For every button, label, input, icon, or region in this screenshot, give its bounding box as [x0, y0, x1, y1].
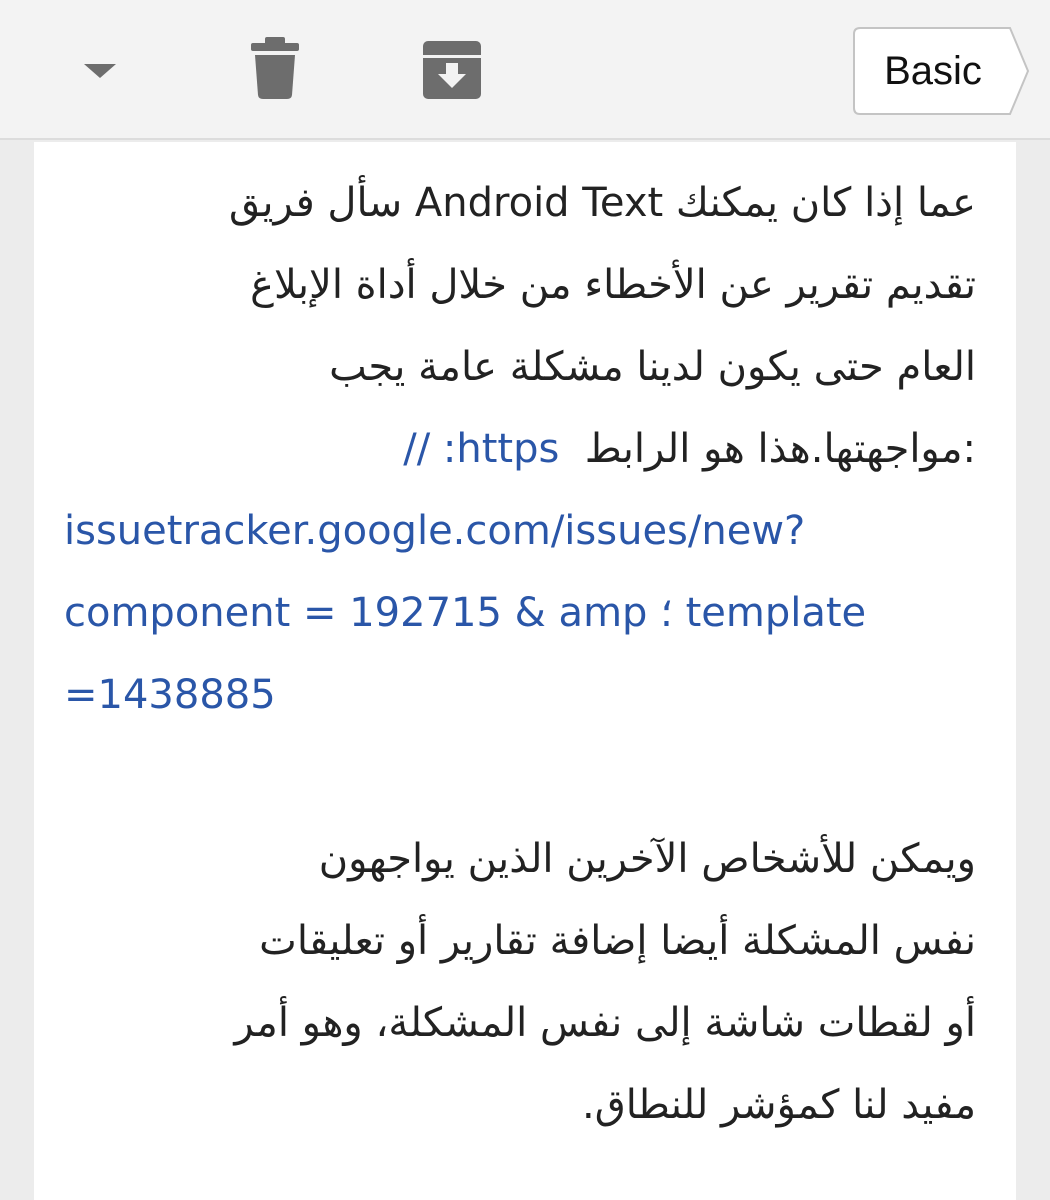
para1-line1: عما إذا كان يمكنك Android Text سأل فريق	[229, 180, 976, 226]
archive-button[interactable]	[418, 36, 486, 104]
para2-line4: مفيد لنا كمؤشر للنطاق.	[582, 1082, 976, 1128]
issue-tracker-link-start[interactable]: https: //	[403, 426, 559, 472]
para1-line2: تقديم تقرير عن الأخطاء من خلال أداة الإب…	[250, 262, 976, 308]
para2-line1: ويمكن للأشخاص الآخرين الذين يواجهون	[318, 836, 976, 882]
para1-line4: :مواجهتها.هذا هو الرابط	[584, 426, 976, 472]
para2-line3: أو لقطات شاشة إلى نفس المشكلة، وهو أمر	[234, 1000, 976, 1046]
issue-tracker-link-line2[interactable]: issuetracker.google.com/issues/new?	[64, 490, 976, 572]
paragraph-1: عما إذا كان يمكنك Android Text سأل فريق …	[64, 162, 976, 736]
trash-icon	[251, 36, 299, 99]
message-text: عما إذا كان يمكنك Android Text سأل فريق …	[64, 162, 976, 1146]
issue-tracker-link-line4[interactable]: =1438885	[64, 654, 976, 736]
basic-label-tag[interactable]: Basic	[852, 26, 1030, 116]
para2-line2: نفس المشكلة أيضا إضافة تقارير أو تعليقات	[259, 918, 976, 964]
select-dropdown-button[interactable]	[70, 45, 130, 95]
paragraph-2: ويمكن للأشخاص الآخرين الذين يواجهون نفس …	[64, 818, 976, 1146]
caret-down-icon	[84, 64, 116, 78]
toolbar: Basic	[0, 0, 1050, 140]
message-body: عما إذا كان يمكنك Android Text سأل فريق …	[34, 142, 1016, 1200]
issue-tracker-link-line3[interactable]: component = 192715 & amp ؛ template	[64, 572, 976, 654]
archive-icon	[423, 41, 481, 99]
delete-button[interactable]	[245, 30, 305, 105]
para1-line3: العام حتى يكون لدينا مشكلة عامة يجب	[329, 344, 976, 390]
basic-label-text: Basic	[884, 49, 982, 93]
